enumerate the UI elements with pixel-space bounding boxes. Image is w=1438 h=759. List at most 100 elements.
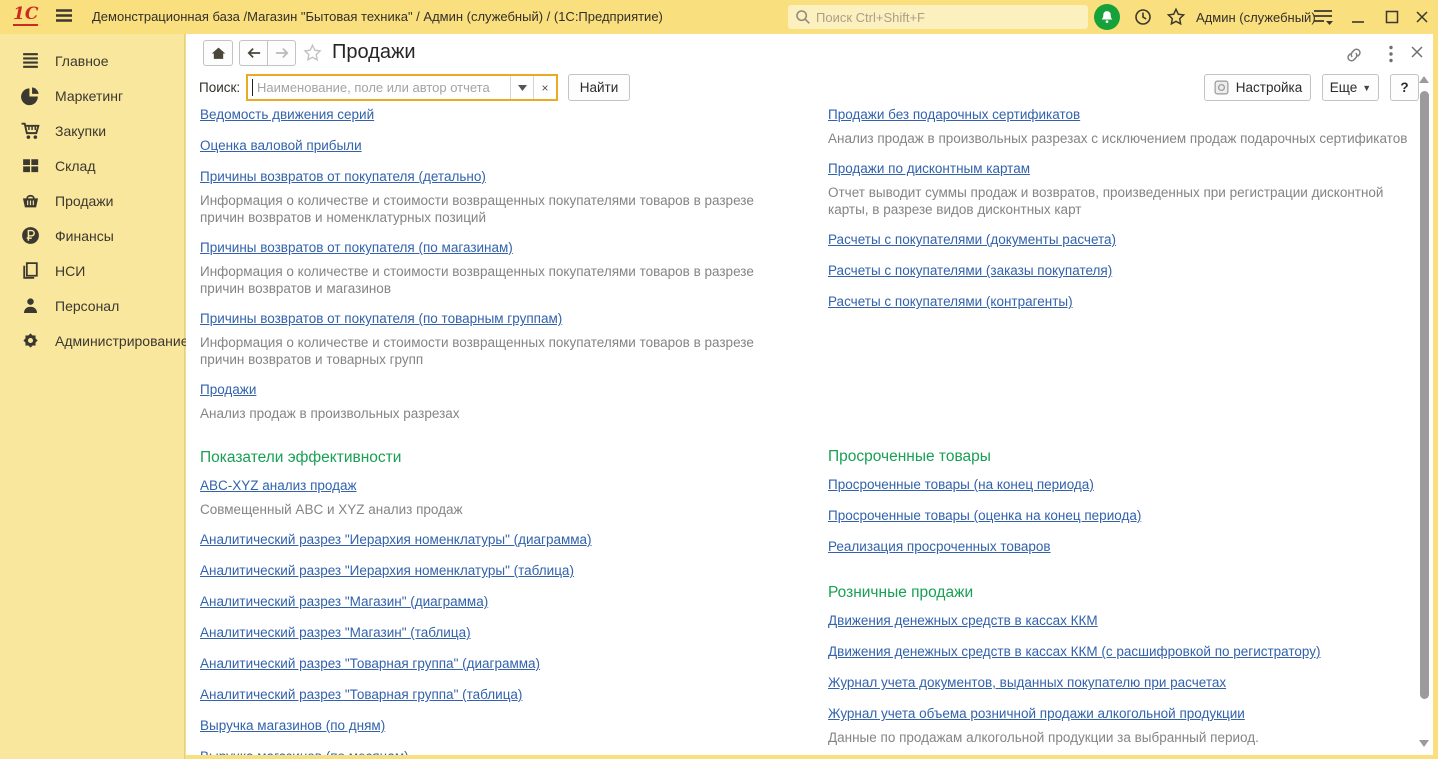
section-heading: Показатели эффективности	[200, 449, 402, 466]
minimize-button[interactable]	[1348, 7, 1368, 27]
report-link[interactable]: Журнал учета документов, выданных покупа…	[828, 675, 1226, 690]
report-link[interactable]: Аналитический разрез "Товарная группа" (…	[200, 656, 540, 671]
sidebar-item-personnel[interactable]: Персонал	[0, 288, 184, 323]
sidebar-item-label: Продажи	[55, 192, 114, 209]
pie-chart-icon	[20, 85, 41, 106]
report-link[interactable]: Оценка валовой прибыли	[200, 138, 362, 153]
sidebar-item-label: Маркетинг	[55, 87, 124, 104]
report-link[interactable]: Просроченные товары (на конец периода)	[828, 477, 1094, 492]
page-title: Продажи	[332, 41, 416, 63]
help-button[interactable]: ?	[1390, 74, 1419, 101]
vertical-scrollbar[interactable]	[1418, 76, 1431, 747]
report-link[interactable]: Журнал учета объема розничной продажи ал…	[828, 706, 1245, 721]
report-group: Ведомость движения серий Оценка валовой п…	[200, 106, 778, 422]
sidebar-item-sales[interactable]: Продажи	[0, 183, 184, 218]
favorites-icon[interactable]	[1166, 7, 1186, 27]
reports-panel: Продажи Поиск: × Найти	[186, 34, 1433, 755]
sidebar-item-label: Закупки	[55, 122, 107, 139]
report-group: Показатели эффективности ABC-XYZ анализ п…	[200, 448, 778, 755]
notifications-icon[interactable]	[1094, 4, 1120, 30]
more-button[interactable]: Еще ▼	[1322, 74, 1379, 101]
sidebar-item-label: НСИ	[55, 262, 86, 279]
report-link[interactable]: Причины возвратов от покупателя (по това…	[200, 311, 562, 326]
report-search-input[interactable]	[248, 76, 510, 99]
report-link[interactable]: Реализация просроченных товаров	[828, 539, 1051, 554]
report-link[interactable]: Продажи	[200, 382, 256, 397]
report-list-item: Аналитический разрез "Магазин" (диаграмм…	[200, 593, 778, 611]
books-icon	[20, 260, 41, 281]
grid-icon	[20, 155, 41, 176]
scroll-up-icon[interactable]	[1419, 76, 1429, 83]
person-icon	[20, 295, 41, 316]
sidebar-item-finance[interactable]: Финансы	[0, 218, 184, 253]
search-clear-button[interactable]: ×	[533, 76, 556, 99]
history-nav-group	[239, 40, 296, 66]
report-list-item: Расчеты с покупателями (документы расчет…	[828, 231, 1414, 249]
report-list-item: Аналитический разрез "Иерархия номенклат…	[200, 531, 778, 549]
report-link[interactable]: Расчеты с покупателями (контрагенты)	[828, 294, 1073, 309]
close-window-button[interactable]	[1412, 7, 1432, 27]
sidebar-item-main[interactable]: Главное	[0, 43, 184, 78]
forward-button[interactable]	[267, 40, 296, 66]
favorite-star-icon[interactable]	[302, 43, 323, 63]
search-dropdown-button[interactable]	[510, 76, 533, 99]
global-search-input[interactable]	[812, 9, 1088, 25]
close-panel-icon[interactable]	[1408, 43, 1426, 61]
report-link[interactable]: Аналитический разрез "Иерархия номенклат…	[200, 532, 592, 547]
sidebar-item-label: Персонал	[55, 297, 120, 314]
global-search-box[interactable]	[788, 5, 1088, 29]
reports-column-left: Ведомость движения серий Оценка валовой п…	[200, 106, 778, 755]
report-link[interactable]: Аналитический разрез "Магазин" (таблица)	[200, 625, 471, 640]
sidebar-item-master-data[interactable]: НСИ	[0, 253, 184, 288]
sidebar-item-administration[interactable]: Администрирование	[0, 323, 189, 358]
report-description: Информация о количестве и стоимости возв…	[200, 335, 754, 367]
content-frame: Продажи Поиск: × Найти	[186, 34, 1438, 759]
sidebar: Главное Маркетинг Закупки Склад Продажи Финан…	[0, 34, 189, 759]
find-button[interactable]: Найти	[568, 74, 630, 101]
maximize-button[interactable]	[1382, 7, 1402, 27]
report-list-item: Расчеты с покупателями (контрагенты)	[828, 293, 1414, 311]
settings-button[interactable]: Настройка	[1204, 74, 1311, 101]
sidebar-item-label: Администрирование	[55, 332, 189, 349]
cart-icon	[20, 120, 41, 141]
report-link[interactable]: Просроченные товары (оценка на конец пер…	[828, 508, 1141, 523]
sidebar-item-warehouse[interactable]: Склад	[0, 148, 184, 183]
report-link[interactable]: Выручка магазинов (по дням)	[200, 718, 385, 733]
history-icon[interactable]	[1133, 7, 1153, 27]
report-link[interactable]: Аналитический разрез "Иерархия номенклат…	[200, 563, 574, 578]
report-link[interactable]: Причины возвратов от покупателя (детальн…	[200, 169, 486, 184]
report-list-item: Движения денежных средств в кассах ККМ (…	[828, 643, 1414, 661]
report-list-item: Продажи Анализ продаж в произвольных разр…	[200, 381, 778, 422]
report-link[interactable]: Движения денежных средств в кассах ККМ (…	[828, 644, 1321, 659]
more-menu-icon[interactable]	[1384, 44, 1398, 64]
report-link[interactable]: Расчеты с покупателями (заказы покупател…	[828, 263, 1112, 278]
report-link[interactable]: Аналитический разрез "Товарная группа" (…	[200, 687, 522, 702]
main-menu-icon[interactable]	[54, 8, 74, 26]
report-description: Информация о количестве и стоимости возв…	[200, 264, 754, 296]
settings-icon	[1213, 79, 1230, 96]
get-link-icon[interactable]	[1344, 45, 1364, 65]
report-link[interactable]: ABC-XYZ анализ продаж	[200, 478, 357, 493]
report-link[interactable]: Продажи по дисконтным картам	[828, 161, 1030, 176]
tools-menu-icon[interactable]	[1312, 8, 1334, 27]
report-link[interactable]: Продажи без подарочных сертификатов	[828, 107, 1080, 122]
report-link[interactable]: Ведомость движения серий	[200, 107, 374, 122]
more-button-label: Еще	[1329, 80, 1358, 95]
report-link[interactable]: Расчеты с покупателями (документы расчет…	[828, 232, 1116, 247]
back-button[interactable]	[239, 40, 267, 66]
scrollbar-thumb[interactable]	[1420, 91, 1429, 699]
section-heading: Розничные продажи	[828, 584, 974, 601]
report-description: Анализ продаж в произвольных разрезах	[200, 406, 460, 421]
sidebar-item-marketing[interactable]: Маркетинг	[0, 78, 184, 113]
search-icon	[794, 8, 812, 26]
report-group: Розничные продажи Движения денежных средс…	[828, 583, 1414, 746]
report-link[interactable]: Выручка магазинов (по месяцам)	[200, 749, 409, 755]
report-link[interactable]: Движения денежных средств в кассах ККМ	[828, 613, 1098, 628]
report-link[interactable]: Причины возвратов от покупателя (по мага…	[200, 240, 513, 255]
report-list-item: Выручка магазинов (по дням)	[200, 717, 778, 735]
home-button[interactable]	[203, 40, 233, 66]
sidebar-item-label: Финансы	[55, 227, 114, 244]
scroll-down-icon[interactable]	[1419, 740, 1429, 747]
sidebar-item-purchases[interactable]: Закупки	[0, 113, 184, 148]
report-link[interactable]: Аналитический разрез "Магазин" (диаграмм…	[200, 594, 488, 609]
